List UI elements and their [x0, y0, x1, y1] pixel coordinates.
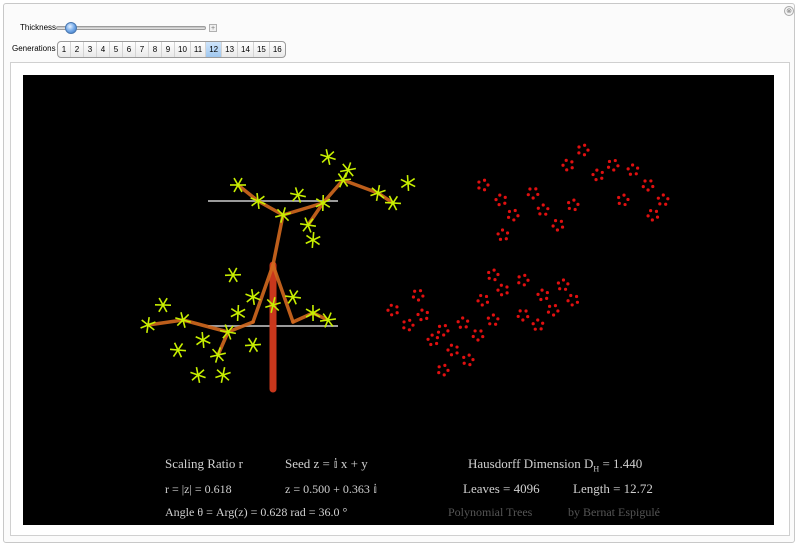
leaf-cluster-red-16	[617, 193, 630, 207]
leaf-cluster-green-6	[320, 149, 336, 165]
generation-option-3[interactable]: 3	[84, 42, 97, 57]
leaf-cluster-red-24	[476, 293, 490, 307]
scaling-ratio-label: Scaling Ratio r	[165, 456, 243, 471]
generation-option-12[interactable]: 12	[206, 42, 223, 57]
leaf-cluster-green-7	[370, 184, 386, 202]
generation-option-1[interactable]: 1	[58, 42, 71, 57]
generation-option-16[interactable]: 16	[270, 42, 285, 57]
leaf-cluster-green-10	[339, 162, 357, 178]
generations-label: Generations	[12, 44, 56, 53]
branch-segment-9	[321, 178, 345, 205]
leaf-cluster-red-34	[462, 353, 475, 367]
leaf-cluster-red-1	[494, 193, 507, 207]
leaf-cluster-red-37	[426, 333, 440, 347]
leaf-cluster-red-26	[496, 283, 509, 297]
generation-option-11[interactable]: 11	[191, 42, 207, 57]
leaf-cluster-red-7	[567, 198, 580, 212]
generation-option-13[interactable]: 13	[222, 42, 239, 57]
hausdorff-label: Hausdorff Dimension D	[468, 456, 594, 471]
leaf-cluster-green-29	[169, 342, 187, 358]
thickness-slider-thumb[interactable]	[65, 22, 77, 34]
author-credit: by Bernat Espigulé	[568, 505, 660, 519]
leaf-cluster-red-19	[416, 308, 429, 322]
leaf-cluster-red-36	[437, 363, 450, 377]
leaf-cluster-green-21	[154, 297, 172, 313]
leaf-cluster-green-27	[190, 366, 206, 384]
leaf-cluster-red-8	[561, 158, 574, 172]
leaf-cluster-red-12	[626, 163, 640, 176]
thickness-slider[interactable]	[56, 26, 206, 30]
leaf-cluster-red-21	[456, 316, 470, 329]
leaf-cluster-red-38	[411, 289, 425, 302]
leaf-cluster-red-4	[526, 187, 540, 200]
leaf-cluster-red-18	[402, 318, 415, 332]
leaf-cluster-red-13	[641, 179, 655, 192]
seed-formula: Seed z = 𝕚 x + y	[285, 456, 368, 471]
hausdorff-value: = 1.440	[599, 456, 643, 471]
leaf-cluster-red-35	[446, 343, 459, 357]
leaf-cluster-red-28	[536, 288, 549, 302]
leaf-cluster-red-2	[506, 208, 520, 222]
leaf-cluster-red-22	[471, 329, 485, 342]
length-value: Length = 12.72	[573, 481, 653, 496]
generation-option-9[interactable]: 9	[162, 42, 175, 57]
thickness-label: Thickness	[20, 23, 57, 32]
leaf-cluster-green-26	[244, 337, 262, 353]
leaf-cluster-green-28	[215, 367, 231, 383]
leaf-cluster-red-0	[477, 178, 490, 192]
leaves-count: Leaves = 4096	[463, 481, 540, 496]
leaf-cluster-red-6	[551, 219, 565, 232]
title-credit: Polynomial Trees	[448, 505, 533, 519]
hausdorff-dimension: Hausdorff Dimension DH = 1.440	[468, 456, 642, 474]
generation-option-7[interactable]: 7	[136, 42, 149, 57]
r-value: r = |z| = 0.618	[165, 482, 232, 496]
leaf-cluster-red-5	[536, 203, 550, 216]
branch-segment-12	[236, 183, 260, 203]
generation-option-5[interactable]: 5	[110, 42, 123, 57]
leaf-cluster-red-27	[517, 273, 530, 287]
leaf-cluster-green-9	[400, 174, 416, 192]
branch-segment-10	[341, 178, 380, 195]
leaf-cluster-green-13	[224, 267, 242, 283]
fractal-canvas: Scaling Ratio r Seed z = 𝕚 x + y r = |z|…	[23, 75, 774, 525]
leaf-cluster-red-9	[577, 143, 590, 157]
leaf-cluster-green-12	[305, 231, 321, 249]
leaf-cluster-red-11	[606, 158, 620, 172]
generation-option-2[interactable]: 2	[71, 42, 84, 57]
leaf-cluster-green-17	[305, 304, 321, 322]
leaf-cluster-red-20	[436, 323, 450, 337]
generation-option-14[interactable]: 14	[238, 42, 254, 57]
generation-option-4[interactable]: 4	[97, 42, 110, 57]
angle-value: Angle θ = Arg(z) = 0.628 rad = 36.0 °	[165, 505, 348, 519]
leaf-cluster-red-10	[591, 168, 604, 182]
leaf-cluster-red-15	[646, 209, 660, 222]
generation-option-8[interactable]: 8	[149, 42, 162, 57]
leaf-cluster-green-22	[195, 331, 211, 349]
leaf-cluster-red-17	[386, 303, 399, 317]
generation-option-10[interactable]: 10	[175, 42, 191, 57]
close-icon[interactable]: ⊗	[784, 6, 794, 16]
leaf-cluster-red-33	[566, 293, 580, 307]
leaf-cluster-red-14	[656, 193, 670, 206]
leaf-cluster-green-23	[210, 347, 226, 363]
fractal-graphic	[140, 143, 670, 393]
leaf-cluster-red-32	[556, 278, 570, 291]
leaf-cluster-red-31	[516, 309, 530, 322]
leaf-cluster-red-25	[487, 268, 500, 282]
leaf-cluster-red-23	[486, 313, 500, 326]
leaf-cluster-red-29	[546, 304, 560, 317]
leaf-cluster-green-25	[230, 304, 246, 322]
leaf-cluster-red-3	[496, 228, 510, 241]
generation-option-6[interactable]: 6	[123, 42, 136, 57]
slider-expand-icon[interactable]: +	[209, 24, 217, 32]
leaf-cluster-red-30	[531, 318, 545, 331]
z-value: z = 0.500 + 0.363 𝕚	[285, 482, 378, 496]
generations-setter-bar: 1 2 3 4 5 6 7 8 9 10 11 12 13 14 15 16	[57, 41, 286, 58]
generation-option-15[interactable]: 15	[254, 42, 270, 57]
